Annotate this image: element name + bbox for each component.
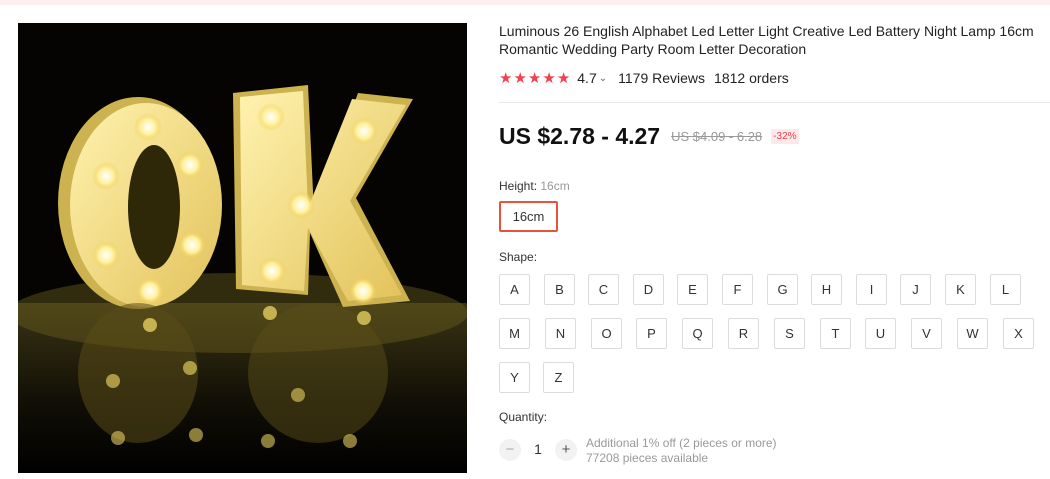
shape-option-d[interactable]: D xyxy=(633,274,664,305)
shape-option-n[interactable]: N xyxy=(545,318,576,349)
quantity-stepper: − 1 + Additional 1% off (2 pieces or mor… xyxy=(499,436,1044,467)
product-photo-ok-letters xyxy=(18,23,467,473)
star-icon: ★ xyxy=(556,69,571,87)
bulk-discount-note: Additional 1% off (2 pieces or more) xyxy=(586,436,777,450)
height-label: Height: 16cm xyxy=(499,179,570,193)
rating-stars: ★ ★ ★ ★ ★ xyxy=(499,71,570,86)
shape-option-g[interactable]: G xyxy=(767,274,798,305)
shape-option-z[interactable]: Z xyxy=(543,362,574,393)
quantity-input[interactable]: 1 xyxy=(531,441,545,457)
shape-option-c[interactable]: C xyxy=(588,274,619,305)
shape-option-e[interactable]: E xyxy=(677,274,708,305)
original-price: US $4.09 - 6.28 xyxy=(671,128,763,144)
rating-value[interactable]: 4.7 xyxy=(577,70,596,86)
shape-option-j[interactable]: J xyxy=(900,274,931,305)
shape-option-t[interactable]: T xyxy=(820,318,851,349)
shape-option-i[interactable]: I xyxy=(856,274,887,305)
shape-option-f[interactable]: F xyxy=(722,274,753,305)
shape-option-u[interactable]: U xyxy=(865,318,896,349)
star-icon: ★ xyxy=(527,69,542,87)
shape-option-x[interactable]: X xyxy=(1003,318,1034,349)
shape-option-b[interactable]: B xyxy=(544,274,575,305)
shape-option-k[interactable]: K xyxy=(945,274,976,305)
shape-option-r[interactable]: R xyxy=(728,318,759,349)
shape-option-m[interactable]: M xyxy=(499,318,530,349)
shape-option-v[interactable]: V xyxy=(911,318,942,349)
height-selected-value: 16cm xyxy=(540,179,570,193)
shape-option-p[interactable]: P xyxy=(636,318,667,349)
shape-option-y[interactable]: Y xyxy=(499,362,530,393)
discount-badge: -32% xyxy=(771,128,799,144)
shape-option-o[interactable]: O xyxy=(591,318,622,349)
shape-option-w[interactable]: W xyxy=(957,318,988,349)
stock-available: 77208 pieces available xyxy=(586,451,709,465)
star-icon: ★ xyxy=(542,69,556,87)
top-strip xyxy=(0,0,1050,5)
product-title: Luminous 26 English Alphabet Led Letter … xyxy=(499,23,1034,57)
decrease-button[interactable]: − xyxy=(499,439,521,461)
height-option-16cm[interactable]: 16cm xyxy=(499,201,558,232)
shape-option-h[interactable]: H xyxy=(811,274,842,305)
quantity-label: Quantity: xyxy=(499,410,548,424)
reviews-link[interactable]: 1179 Reviews xyxy=(618,70,705,86)
shape-option-l[interactable]: L xyxy=(990,274,1021,305)
orders-count: 1812 orders xyxy=(714,70,789,86)
chevron-down-icon[interactable]: ⌄ xyxy=(599,73,607,84)
current-price: US $2.78 - 4.27 xyxy=(499,122,661,149)
shape-option-s[interactable]: S xyxy=(774,318,805,349)
star-icon: ★ xyxy=(499,69,513,87)
price-row: US $2.78 - 4.27 US $4.09 - 6.28 -32% xyxy=(499,121,799,151)
rating-row: ★ ★ ★ ★ ★ 4.7 ⌄ 1179 Reviews 1812 orders xyxy=(499,68,789,88)
product-image[interactable] xyxy=(18,23,467,473)
divider xyxy=(499,102,1050,103)
star-icon: ★ xyxy=(513,69,527,87)
shape-option-q[interactable]: Q xyxy=(682,318,713,349)
height-label-text: Height: xyxy=(499,179,538,193)
quantity-notes: Additional 1% off (2 pieces or more) 772… xyxy=(586,436,777,466)
shape-option-a[interactable]: A xyxy=(499,274,530,305)
shape-label: Shape: xyxy=(499,250,538,264)
increase-button[interactable]: + xyxy=(555,439,577,461)
